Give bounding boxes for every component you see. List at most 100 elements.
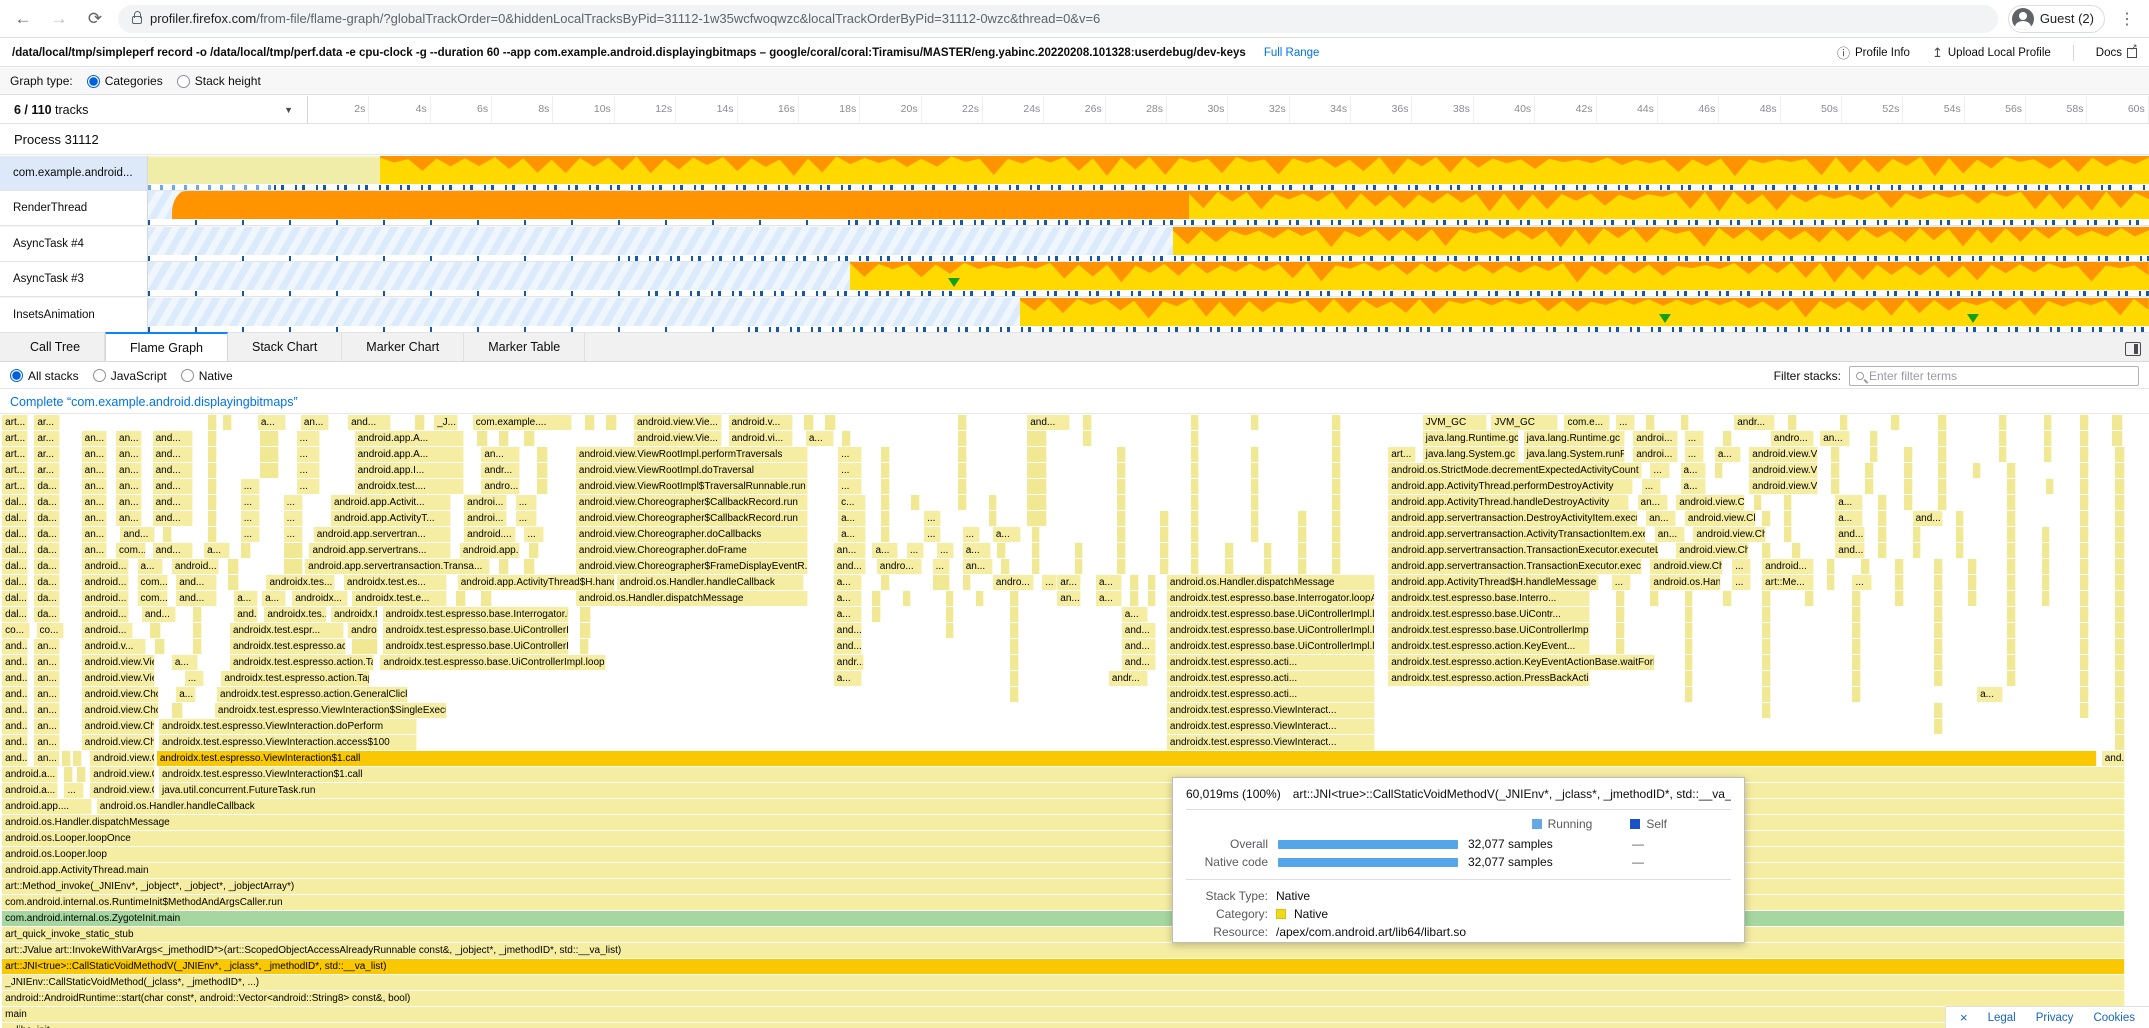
stack-frame[interactable]: art::JValue art::InvokeWithVarArgs<_jmet…	[2, 943, 2125, 958]
stack-frame[interactable]	[1934, 639, 1943, 654]
stack-frame[interactable]	[1904, 495, 1913, 510]
stack-frame[interactable]: ...	[524, 527, 543, 542]
stack-frame[interactable]	[842, 431, 851, 446]
stack-frame[interactable]: an...	[116, 463, 142, 478]
stack-frame[interactable]	[2044, 415, 2053, 430]
stack-frame[interactable]	[537, 463, 548, 478]
stack-frame[interactable]	[1852, 607, 1861, 622]
stack-frame[interactable]: androidx.test.espresso.ViewInteraction.d…	[159, 719, 417, 734]
stack-frame[interactable]	[963, 575, 972, 590]
stack-frame[interactable]	[1938, 415, 1947, 430]
stack-frame[interactable]: and...	[153, 463, 194, 478]
stack-frame[interactable]	[2080, 559, 2089, 574]
stack-frame[interactable]: ...	[1612, 575, 1631, 590]
stack-frame[interactable]: android.os.Handler.dispatchMessage	[1167, 575, 1375, 590]
stack-frame[interactable]: android.app.servertransaction.Transa...	[305, 559, 490, 574]
stack-frame[interactable]	[1878, 543, 1887, 558]
stack-frame[interactable]: co...	[37, 623, 65, 638]
stack-frame[interactable]: andr...	[481, 463, 520, 478]
stack-frame[interactable]: ...	[297, 431, 321, 446]
stack-frame[interactable]	[1191, 559, 1200, 574]
stack-frame[interactable]: androidx.test.espresso.base.UiController…	[1167, 623, 1375, 638]
stack-frame[interactable]: art...	[2, 431, 28, 446]
stack-frame[interactable]	[2112, 415, 2123, 430]
stack-frame[interactable]: an...	[82, 511, 108, 526]
breadcrumb[interactable]: Complete “com.example.android.displaying…	[0, 390, 2149, 414]
stack-frame[interactable]	[1904, 479, 1913, 494]
stack-frame[interactable]	[208, 479, 217, 494]
stack-frame[interactable]: android.v...	[82, 639, 146, 654]
stack-frame[interactable]	[1251, 463, 1260, 478]
stack-frame[interactable]: dal...	[2, 543, 28, 558]
stack-frame[interactable]: an...	[34, 639, 60, 654]
stack-frame[interactable]	[911, 495, 920, 510]
stack-frame[interactable]	[1685, 607, 1694, 622]
stack-frame[interactable]: and...	[153, 543, 194, 558]
stack-frame[interactable]: an...	[116, 431, 142, 446]
stack-frame[interactable]: a...	[872, 543, 898, 558]
stack-frame[interactable]	[1831, 447, 1840, 462]
stack-frame[interactable]: and...	[176, 575, 217, 590]
stack-frame[interactable]: androidx.test.espresso.base.UiController…	[383, 639, 570, 654]
stack-frame[interactable]	[1968, 591, 1977, 606]
stack-frame[interactable]	[1148, 591, 1157, 606]
stack-frame[interactable]	[228, 575, 239, 590]
stack-frame[interactable]: android.view.Choreographer$CallbackRecor…	[576, 511, 808, 526]
stack-frame[interactable]	[1332, 527, 1341, 542]
stack-frame[interactable]: a...	[172, 655, 198, 670]
stack-frame[interactable]	[208, 511, 217, 526]
stack-frame[interactable]: androidx.test.es...	[344, 575, 447, 590]
stack-frame[interactable]	[1117, 543, 1126, 558]
stack-frame[interactable]	[2007, 463, 2016, 478]
stack-frame[interactable]	[1191, 511, 1200, 526]
stack-frame[interactable]: an...	[116, 479, 142, 494]
forward-icon[interactable]: →	[46, 6, 72, 32]
stack-frame[interactable]	[2080, 447, 2089, 462]
stack-frame[interactable]	[989, 511, 998, 526]
stack-frame[interactable]	[163, 527, 172, 542]
stack-frame[interactable]	[1878, 511, 1887, 526]
stack-frame[interactable]	[1938, 447, 1947, 462]
stack-frame[interactable]: a...	[1977, 687, 2003, 702]
stack-frame[interactable]: an...	[34, 719, 60, 734]
stack-frame[interactable]	[2115, 527, 2126, 542]
stack-frame[interactable]: art_quick_invoke_static_stub	[2, 927, 2125, 942]
stack-frame[interactable]	[2080, 495, 2089, 510]
stack-frame[interactable]: and...	[2, 703, 28, 718]
stack-frame[interactable]	[1938, 431, 1947, 446]
stack-frame[interactable]: an...	[82, 431, 108, 446]
stack-frame[interactable]	[2080, 479, 2089, 494]
stack-frame[interactable]: a...	[806, 431, 834, 446]
stack-frame[interactable]	[1264, 543, 1273, 558]
stack-frame[interactable]	[2007, 655, 2016, 670]
stack-frame[interactable]: a...	[1835, 511, 1863, 526]
stack-frame[interactable]: android.app.A...	[355, 447, 465, 462]
stack-frame[interactable]	[872, 607, 881, 622]
stack-frame[interactable]: android.app.Activit...	[331, 495, 451, 510]
stack-frame[interactable]	[1032, 559, 1041, 574]
stack-frame[interactable]	[958, 447, 967, 462]
stack-filter-all-stacks[interactable]: All stacks	[10, 369, 79, 383]
stack-frame[interactable]: and...	[1835, 527, 1865, 542]
stack-frame[interactable]: android.vi...	[729, 431, 793, 446]
stack-frame[interactable]	[2115, 607, 2126, 622]
ruler-ticks[interactable]: 2s4s6s8s10s12s14s16s18s20s22s24s26s28s30…	[308, 96, 2149, 123]
stack-frame[interactable]	[2115, 687, 2126, 702]
stack-frame[interactable]: android.view.Choreo...	[82, 719, 155, 734]
stack-frame[interactable]	[1715, 463, 1724, 478]
stack-frame[interactable]	[1723, 591, 1732, 606]
stack-frame[interactable]	[1792, 543, 1801, 558]
stack-frame[interactable]: java.lang.Runtime.gc	[1423, 431, 1520, 446]
stack-frame[interactable]	[1160, 543, 1169, 558]
stack-frame[interactable]	[1870, 447, 1879, 462]
stack-frame[interactable]: andr...	[1734, 415, 1775, 430]
stack-frame[interactable]	[1870, 431, 1879, 446]
stack-frame[interactable]	[1251, 511, 1260, 526]
menu-kebab-icon[interactable]: ⋮	[2115, 9, 2139, 29]
stack-frame[interactable]: ...	[1685, 447, 1704, 462]
stack-frame[interactable]	[1895, 559, 1904, 574]
stack-frame[interactable]: and...	[2, 751, 28, 766]
stack-frame[interactable]	[1934, 623, 1943, 638]
stack-frame[interactable]: and...	[348, 415, 391, 430]
stack-frame[interactable]	[1852, 655, 1861, 670]
